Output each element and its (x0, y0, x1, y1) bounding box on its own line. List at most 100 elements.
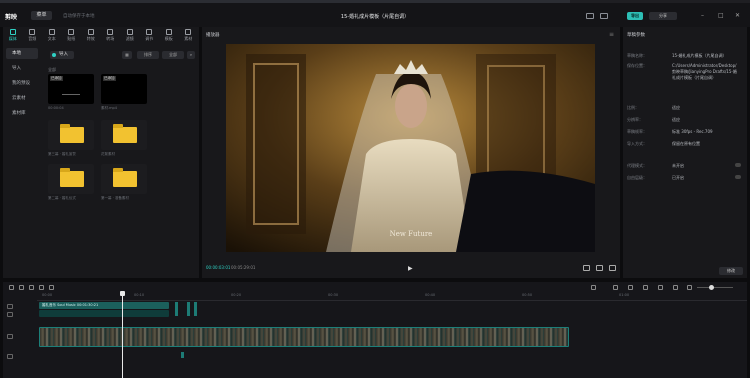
track-lock-icon[interactable] (7, 304, 13, 309)
zoom-knob[interactable] (709, 285, 714, 290)
side-item-cloud[interactable]: 云素材 (6, 93, 38, 104)
proxy-toggle[interactable] (735, 163, 741, 167)
text-icon (48, 29, 55, 35)
export-button[interactable]: 导出 (627, 12, 643, 20)
close-icon[interactable]: ✕ (735, 12, 740, 19)
tool-audio[interactable]: 音频 (23, 27, 43, 44)
view-toggle-icon[interactable]: ▦ (122, 51, 132, 59)
tool-effects[interactable]: 特效 (81, 27, 101, 44)
folder-item[interactable] (101, 164, 147, 194)
tool-sticker[interactable]: 贴纸 (62, 27, 82, 44)
side-item-local[interactable]: 本地 (6, 48, 38, 59)
title-bar: 剪映 菜单 自动保存于本地 15-婚礼成片模板（片尾自调） 导出 分享 – □ … (0, 0, 750, 27)
preview-axis-icon[interactable] (643, 285, 648, 290)
folder-caption: 花絮素材 (101, 152, 115, 156)
side-item-import[interactable]: 导入 (6, 63, 38, 74)
redo-icon[interactable] (29, 285, 34, 290)
delete-icon[interactable] (49, 285, 54, 290)
main-track-icon[interactable] (7, 334, 13, 339)
modify-button[interactable]: 修改 (719, 267, 743, 275)
zoom-slider[interactable] (697, 285, 733, 290)
filter-icon (126, 29, 133, 35)
tool-adjust[interactable]: 调节 (140, 27, 160, 44)
share-button[interactable]: 分享 (649, 12, 677, 20)
layer-toggle[interactable] (735, 175, 741, 179)
tool-row: 媒体 音频 文本 贴纸 特效 转场 滤镜 调节 模板 素材 (3, 27, 199, 44)
main-video-clip[interactable] (39, 327, 569, 347)
mic-icon[interactable] (591, 285, 596, 290)
tool-transition[interactable]: 转场 (101, 27, 121, 44)
props-title: 草稿参数 (627, 33, 645, 38)
music-clip[interactable]: 婚礼音乐 Soul Music 00:01:30:21 (39, 302, 169, 309)
tool-library[interactable]: 素材 (179, 27, 199, 44)
zoom-out-icon[interactable] (687, 285, 692, 290)
undo-icon[interactable] (19, 285, 24, 290)
sticker-icon (68, 29, 75, 35)
playhead[interactable] (120, 291, 125, 378)
side-item-library[interactable]: 素材库 (6, 108, 38, 119)
audio-icon (29, 29, 36, 35)
current-time: 00:00:03:01 (206, 265, 231, 270)
folder-item[interactable] (48, 164, 94, 194)
folder-item[interactable] (48, 120, 94, 150)
section-label: 全部 (48, 67, 56, 72)
wedding-frame-image: New Future (226, 44, 595, 252)
search-icon[interactable]: ⌕ (187, 51, 195, 59)
shortcut-icon[interactable] (600, 13, 608, 19)
layout-icon[interactable] (586, 13, 594, 19)
side-nav: 本地 导入 我的预设 云素材 素材库 (3, 48, 41, 123)
filter-button[interactable]: 全部 (162, 51, 184, 59)
video-preview[interactable]: New Future (226, 44, 595, 252)
split-icon[interactable] (39, 285, 44, 290)
sub-clip[interactable] (39, 310, 169, 317)
draft-params-panel: 草稿参数 草稿名称： 15-婚礼成片模板（片尾自调） 保存位置： C:/Users/… (623, 27, 747, 278)
media-grid: 导入 ▦ 排序 全部 ⌕ 全部 已添加 00:00:04 已添加 素材.mp4 … (44, 48, 199, 278)
player-title: 播放器 (206, 33, 220, 38)
link-icon[interactable] (613, 285, 618, 290)
zoom-fit-icon[interactable] (673, 285, 678, 290)
folder-icon (113, 168, 137, 187)
play-icon[interactable]: ▶ (408, 265, 413, 272)
folder-caption: 第三幕 · 婚礼宣誓 (48, 152, 76, 156)
audio-track-icon[interactable] (7, 354, 13, 359)
added-badge: 已添加 (103, 76, 116, 81)
media-caption: 素材.mp4 (101, 106, 117, 110)
import-button[interactable]: 导入 (50, 51, 74, 59)
select-icon[interactable] (9, 285, 14, 290)
audio-marker[interactable] (181, 352, 184, 358)
clip-thumbnails (40, 328, 568, 346)
maximize-icon[interactable]: □ (718, 12, 724, 19)
side-item-presets[interactable]: 我的预设 (6, 78, 38, 89)
sort-button[interactable]: 排序 (137, 51, 159, 59)
fullscreen-crop-icon[interactable] (583, 265, 590, 271)
folder-icon (60, 168, 84, 187)
timeline-panel: 00:00 00:10 00:20 00:30 00:40 00:50 01:0… (3, 282, 747, 378)
tool-template[interactable]: 模板 (159, 27, 179, 44)
effect-clip[interactable] (175, 302, 178, 316)
media-item[interactable]: 已添加 (48, 74, 94, 104)
more-icon[interactable]: ≡ (609, 31, 614, 38)
folder-icon (113, 124, 137, 143)
effect-clip[interactable] (187, 302, 190, 316)
tool-filter[interactable]: 滤镜 (120, 27, 140, 44)
transition-icon (107, 29, 114, 35)
folder-caption: 第一幕 · 准备素材 (101, 196, 129, 200)
timeline-toolbar (3, 282, 747, 292)
total-time: 00:05:29:01 (231, 265, 256, 270)
effect-clip[interactable] (194, 302, 197, 316)
minimize-icon[interactable]: – (701, 12, 704, 19)
top-strip (0, 0, 750, 3)
audio-link-icon[interactable] (658, 285, 663, 290)
tool-text[interactable]: 文本 (42, 27, 62, 44)
ratio-icon[interactable] (596, 265, 603, 271)
time-ruler[interactable]: 00:00 00:10 00:20 00:30 00:40 00:50 01:0… (37, 293, 747, 301)
library-icon (185, 29, 192, 35)
media-item[interactable]: 已添加 (101, 74, 147, 104)
track-visibility-icon[interactable] (7, 312, 13, 317)
adjust-icon (146, 29, 153, 35)
folder-item[interactable] (101, 120, 147, 150)
player-panel: 播放器 ≡ New Future 00:00:03:01 00:05:29:01… (202, 27, 620, 278)
fullscreen-icon[interactable] (609, 265, 616, 271)
tool-media[interactable]: 媒体 (3, 27, 23, 44)
snap-icon[interactable] (628, 285, 633, 290)
